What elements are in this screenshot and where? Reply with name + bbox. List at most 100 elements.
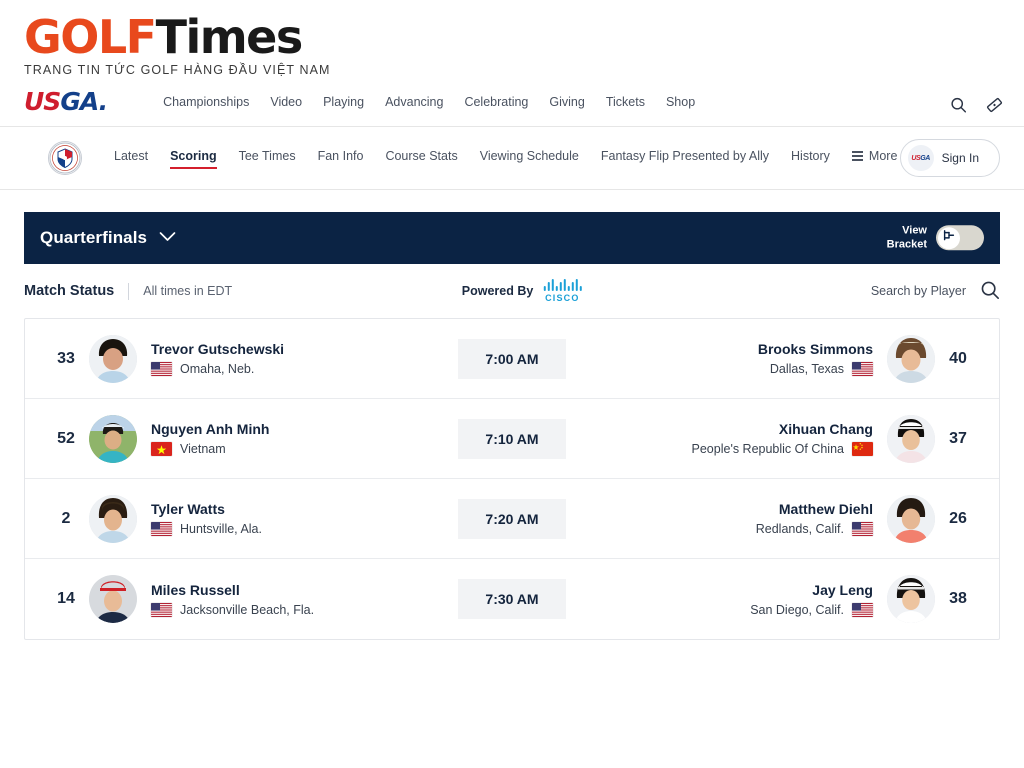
bracket-icon	[942, 229, 956, 248]
right-seed: 26	[949, 509, 967, 527]
ticket-icon[interactable]	[985, 95, 1004, 114]
left-seed: 14	[57, 590, 75, 607]
tee-time: 7:20 AM	[458, 498, 566, 539]
left-player[interactable]: Trevor Gutschewski Omaha, Neb.	[89, 334, 432, 383]
sign-in-button[interactable]: US GA Sign In	[899, 139, 1000, 177]
toggle-knob	[937, 227, 960, 249]
player-location-row: Jacksonville Beach, Fla.	[151, 602, 315, 617]
nav-item-tickets[interactable]: Tickets	[606, 95, 645, 109]
championship-badge-icon[interactable]	[48, 141, 82, 175]
chevron-down-icon[interactable]	[159, 229, 176, 247]
subnav-item-tee-times[interactable]: Tee Times	[239, 149, 296, 167]
avatar	[89, 414, 137, 463]
right-seed: 40	[949, 349, 967, 367]
cisco-wordmark: CISCO	[545, 293, 580, 303]
subnav-item-scoring[interactable]: Scoring	[170, 149, 217, 169]
tee-time: 7:30 AM	[458, 579, 566, 619]
left-seed: 52	[57, 429, 75, 447]
left-seed: 2	[61, 509, 71, 527]
status-divider	[128, 282, 130, 300]
right-player[interactable]: Xihuan Chang People's Republic Of China	[592, 414, 935, 463]
tee-time: 7:10 AM	[458, 418, 566, 459]
usga-logo[interactable]: USGA.	[24, 87, 108, 116]
left-player[interactable]: Nguyen Anh Minh Vietnam	[89, 414, 432, 463]
site-masthead: GOLFTimes TRANG TIN TỨC GOLF HÀNG ĐẦU VI…	[0, 0, 1024, 83]
player-name: Xihuan Chang	[778, 421, 873, 437]
championship-subnav: Latest Scoring Tee Times Fan Info Course…	[114, 149, 897, 169]
player-info: Xihuan Chang People's Republic Of China	[692, 421, 873, 456]
table-row[interactable]: 14 Miles Russell Jacksonville Beach, Fla…	[25, 559, 999, 639]
player-info: Trevor Gutschewski Omaha, Neb.	[151, 341, 284, 376]
left-player[interactable]: Tyler Watts Huntsville, Ala.	[89, 494, 432, 543]
subnav-item-course-stats[interactable]: Course Stats	[385, 149, 457, 167]
tee-time: 7:00 AM	[458, 338, 566, 379]
powered-by-label: Powered By	[461, 284, 534, 298]
search-by-player[interactable]: Search by Player	[871, 280, 1000, 303]
player-location: Omaha, Neb.	[180, 362, 255, 376]
subnav-item-latest[interactable]: Latest	[114, 149, 148, 167]
cisco-bars-icon	[543, 279, 582, 291]
subnav-item-fantasy-flip[interactable]: Fantasy Flip Presented by Ally	[601, 149, 769, 167]
player-location: Redlands, Calif.	[755, 522, 844, 536]
match-status-label: Match Status	[24, 283, 115, 299]
player-location-row: Redlands, Calif.	[756, 522, 873, 536]
player-name: Nguyen Anh Minh	[151, 421, 270, 437]
right-seed: 38	[949, 590, 967, 607]
nav-item-celebrating[interactable]: Celebrating	[464, 95, 528, 109]
player-name: Trevor Gutschewski	[151, 341, 285, 357]
player-location-row: Huntsville, Ala.	[151, 522, 262, 536]
nav-item-shop[interactable]: Shop	[666, 95, 695, 109]
us-flag-icon	[852, 522, 873, 536]
golftimes-logo[interactable]: GOLFTimes	[24, 14, 1024, 60]
nav-item-playing[interactable]: Playing	[323, 95, 364, 109]
player-location: Jacksonville Beach, Fla.	[180, 602, 315, 617]
player-location-row: Vietnam	[151, 442, 269, 456]
avatar	[887, 414, 935, 463]
nav-item-advancing[interactable]: Advancing	[385, 95, 443, 109]
right-seed: 37	[949, 429, 967, 447]
right-player[interactable]: Jay Leng San Diego, Calif.	[592, 575, 935, 623]
player-info: Tyler Watts Huntsville, Ala.	[151, 501, 262, 536]
logo-golf-text: GOLF	[24, 10, 157, 64]
subnav-item-history[interactable]: History	[791, 149, 830, 167]
avatar	[887, 494, 935, 543]
nav-item-video[interactable]: Video	[270, 95, 302, 109]
cisco-logo: CISCO	[543, 279, 582, 303]
right-player[interactable]: Brooks Simmons Dallas, Texas	[592, 334, 935, 383]
us-flag-icon	[151, 362, 172, 376]
player-location-row: Dallas, Texas	[758, 362, 873, 376]
player-location-row: Omaha, Neb.	[151, 362, 284, 376]
table-row[interactable]: 2 Tyler Watts Huntsville, Ala. 7:20 AM M…	[25, 479, 999, 559]
player-location-row: People's Republic Of China	[692, 442, 873, 456]
table-row[interactable]: 33 Trevor Gutschewski Omaha, Neb. 7:00 A…	[25, 319, 999, 399]
right-player[interactable]: Matthew Diehl Redlands, Calif.	[592, 494, 935, 543]
left-player[interactable]: Miles Russell Jacksonville Beach, Fla.	[89, 575, 432, 623]
search-icon[interactable]	[980, 280, 1000, 303]
view-bracket-line1: View	[902, 224, 927, 237]
subnav-item-more[interactable]: More	[851, 149, 897, 167]
table-row[interactable]: 52 Nguyen Anh Minh Vietnam 7:10 AM Xihua…	[25, 399, 999, 479]
match-table: 33 Trevor Gutschewski Omaha, Neb. 7:00 A…	[24, 318, 1000, 640]
match-status-strip: Match Status All times in EDT Powered By…	[24, 264, 1000, 318]
usga-logo-us: US	[24, 87, 61, 116]
powered-by-block: Powered By CISCO	[462, 279, 582, 303]
cn-flag-icon	[852, 442, 873, 456]
avatar	[89, 575, 137, 623]
nav-item-championships[interactable]: Championships	[163, 95, 249, 109]
search-by-player-label: Search by Player	[870, 284, 966, 298]
round-title: Quarterfinals	[40, 228, 148, 247]
toggle-track[interactable]	[936, 225, 984, 251]
player-location: Huntsville, Ala.	[180, 522, 262, 536]
search-icon[interactable]	[950, 96, 967, 113]
nav-item-giving[interactable]: Giving	[549, 95, 584, 109]
view-bracket-toggle[interactable]: View Bracket	[887, 224, 984, 252]
logo-times-text: Times	[155, 10, 304, 64]
avatar	[89, 334, 137, 383]
view-bracket-label: View Bracket	[887, 224, 927, 252]
subnav-item-fan-info[interactable]: Fan Info	[318, 149, 364, 167]
usga-header-bar: USGA. Championships Video Playing Advanc…	[0, 83, 1024, 127]
round-banner: Quarterfinals View Bracket	[24, 212, 1000, 264]
subnav-item-viewing-schedule[interactable]: Viewing Schedule	[480, 149, 579, 167]
usga-logo-ga: GA	[60, 87, 99, 116]
primary-nav: Championships Video Playing Advancing Ce…	[163, 95, 695, 109]
